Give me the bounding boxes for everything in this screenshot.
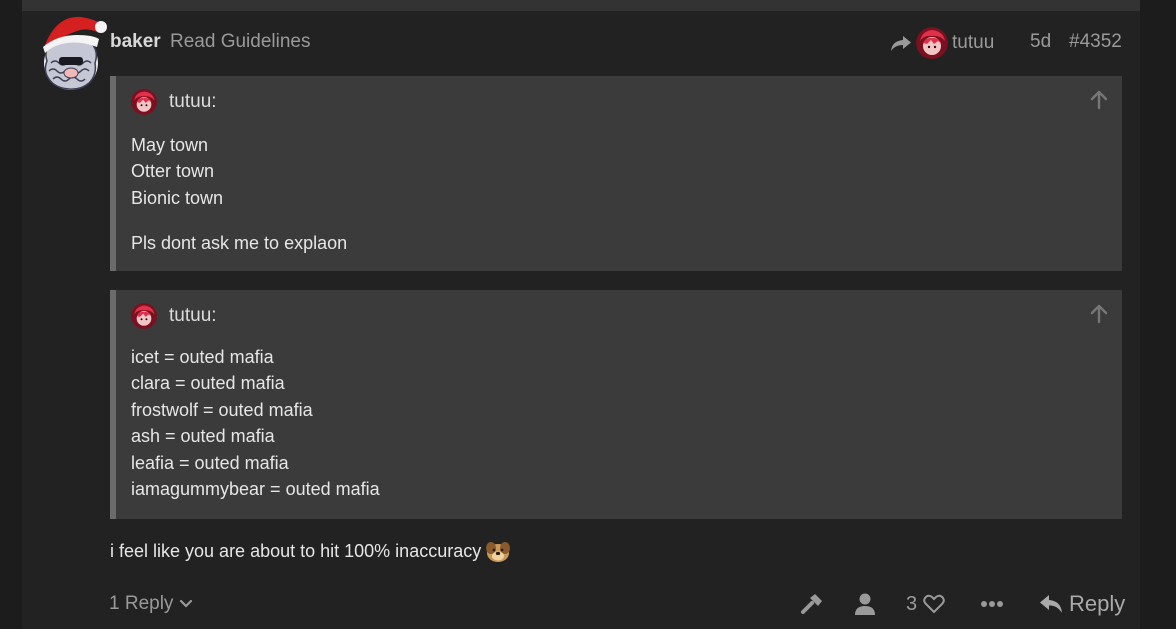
quote-header[interactable]: tutuu: — [131, 303, 217, 329]
reply-to-avatar — [916, 27, 948, 59]
reply-to-username: tutuu — [952, 32, 995, 53]
quote-line: icet = outed mafia — [131, 347, 274, 367]
like-count: 3 — [906, 592, 918, 615]
quote-block-2: tutuu: icet = outed mafia clara = outed … — [110, 290, 1122, 519]
quote-line: Pls dont ask me to explaon — [131, 233, 348, 254]
quote-author: tutuu: — [169, 91, 217, 112]
quote-author-avatar — [131, 303, 157, 329]
more-button[interactable] — [980, 589, 1004, 619]
user-button[interactable] — [854, 589, 876, 619]
previous-post-edge — [22, 0, 1140, 11]
quote-author: tutuu: — [169, 305, 217, 326]
quote-line: clara = outed mafia — [131, 373, 285, 394]
quote-line: frostwolf = outed mafia — [131, 399, 313, 420]
reply-label: Reply — [1069, 591, 1126, 616]
reply-to-indicator[interactable]: tutuu — [890, 27, 994, 59]
post-number[interactable]: #4352 — [1069, 31, 1122, 53]
post-text: i feel like you are about to hit 100% in… — [110, 540, 482, 561]
like-button[interactable]: 3 — [906, 589, 945, 619]
quote-header[interactable]: tutuu: — [131, 89, 217, 115]
post-date[interactable]: 5d — [1030, 31, 1051, 53]
post-actions: 3 Reply — [22, 589, 1140, 619]
quote-line: ash = outed mafia — [131, 426, 275, 447]
user-avatar[interactable] — [37, 11, 107, 91]
share-arrow-icon — [891, 36, 911, 51]
arrow-up-icon[interactable] — [1090, 304, 1108, 324]
post-username[interactable]: baker — [110, 31, 161, 53]
quote-line: Otter town — [131, 161, 215, 182]
quote-line: leafia = outed mafia — [131, 452, 289, 473]
user-title: Read Guidelines — [170, 31, 311, 52]
admin-button[interactable] — [800, 589, 824, 619]
quote-block-1: tutuu: May town Otter town Bionic town P… — [110, 76, 1122, 271]
arrow-up-icon[interactable] — [1090, 90, 1108, 110]
reply-button[interactable]: Reply — [1039, 589, 1125, 619]
wrench-icon — [801, 594, 822, 614]
quote-line: May town — [131, 135, 209, 155]
reply-icon — [1040, 595, 1062, 613]
quote-line: Bionic town — [131, 187, 224, 208]
quote-author-avatar — [131, 89, 157, 115]
ellipsis-icon — [981, 601, 1003, 607]
quote-body: icet = outed mafia clara = outed mafia f… — [131, 344, 380, 502]
heart-icon — [923, 594, 945, 614]
quote-line: iamagummybear = outed mafia — [131, 479, 380, 500]
user-icon — [855, 593, 875, 615]
quote-body: May town Otter town Bionic town Pls dont… — [131, 132, 347, 257]
post: baker Read Guidelines tutuu 5d #4352 tut… — [22, 11, 1140, 629]
post-body: i feel like you are about to hit 100% in… — [110, 539, 511, 563]
dog-emoji-icon — [486, 542, 511, 562]
